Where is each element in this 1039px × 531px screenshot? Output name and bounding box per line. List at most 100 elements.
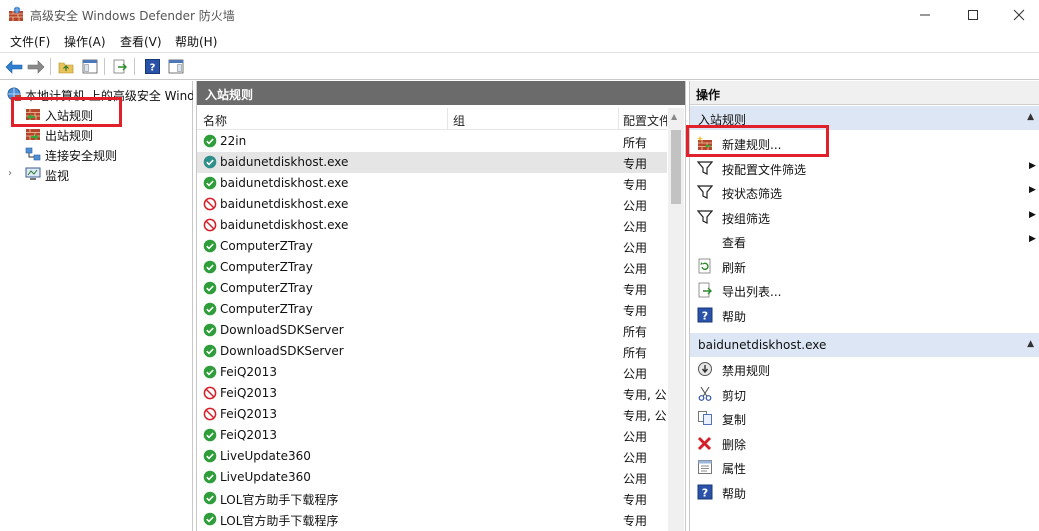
action-item[interactable]: ? 帮助 [690,480,1039,504]
menu-help[interactable]: 帮助(H) [175,33,217,50]
tree-item-inbound-rules[interactable]: 入站规则 [0,104,193,124]
tree-item-outbound-rules[interactable]: 出站规则 [0,124,193,144]
svg-text:?: ? [149,63,155,74]
filter-icon [696,160,714,176]
action-item[interactable]: 刷新 [690,254,1039,278]
column-header-name[interactable]: 名称 [203,112,227,129]
outbound-rules-icon [26,129,40,140]
action-item[interactable]: 禁用规则 [690,357,1039,381]
rule-name: DownloadSDKServer [220,323,344,337]
action-item[interactable]: 导出列表... [690,278,1039,302]
tree-root[interactable]: 本地计算机 上的高级安全 Windows Defender 防火墙 [0,84,193,104]
table-row[interactable]: ComputerZTray 公用 [197,257,667,278]
table-row[interactable]: ComputerZTray 专用 [197,278,667,299]
show-action-pane-button[interactable] [166,57,186,76]
action-label: 新建规则... [722,138,782,152]
monitor-icon [25,167,41,180]
help-button[interactable]: ? [142,57,162,76]
title-bar: 高级安全 Windows Defender 防火墙 [0,0,1039,30]
table-row[interactable]: LiveUpdate360 公用 [197,446,667,467]
menu-file[interactable]: 文件(F) [10,33,50,50]
allowed-rule-icon [203,134,217,148]
table-row[interactable]: FeiQ2013 公用 [197,425,667,446]
action-item[interactable]: 属性 [690,455,1039,479]
table-row[interactable]: ComputerZTray 专用 [197,299,667,320]
section-title: baidunetdiskhost.exe [698,338,827,352]
table-row[interactable]: ComputerZTray 公用 [197,236,667,257]
menu-action[interactable]: 操作(A) [64,33,106,50]
rule-name: baidunetdiskhost.exe [220,155,349,169]
actions-section-inbound[interactable]: 入站规则 ▲ [690,106,1039,130]
action-item[interactable]: 剪切 [690,382,1039,406]
action-item[interactable]: 按配置文件筛选 ▶ [690,156,1039,180]
forward-button[interactable] [26,57,46,76]
tree-item-connection-security-rules[interactable]: 连接安全规则 [0,144,193,164]
tree-item-label: 入站规则 [45,109,94,123]
table-row[interactable]: baidunetdiskhost.exe 专用 [197,173,667,194]
action-item[interactable]: 按状态筛选 ▶ [690,180,1039,204]
rule-name: FeiQ2013 [220,365,277,379]
menu-view[interactable]: 查看(V) [120,33,162,50]
delete-icon [697,435,713,451]
expand-chevron-icon[interactable]: › [8,168,12,179]
show-hide-tree-button[interactable] [80,57,100,76]
export-list-button[interactable] [110,57,130,76]
action-item[interactable]: 新建规则... [690,131,1039,155]
maximize-button[interactable] [950,0,996,30]
minimize-button[interactable] [902,0,948,30]
rule-profile: 专用 [623,178,648,192]
collapse-caret-icon[interactable]: ▲ [1027,112,1034,122]
action-item[interactable]: 查看 ▶ [690,229,1039,253]
tree-item-label: 连接安全规则 [45,149,118,163]
collapse-caret-icon[interactable]: ▲ [1027,339,1034,349]
up-folder-icon [58,62,74,74]
scrollbar-thumb[interactable] [671,130,681,204]
maximize-icon [968,10,978,20]
column-header-profile[interactable]: 配置文件 [623,112,667,129]
scroll-up-icon[interactable]: ▲ [671,112,677,121]
action-item[interactable]: 复制 [690,406,1039,430]
filter-icon [696,184,714,200]
action-label: 按状态筛选 [722,187,783,201]
table-row[interactable]: DownloadSDKServer 所有 [197,320,667,341]
table-row[interactable]: LOL官方助手下载程序 专用 [197,509,667,530]
rule-name: 22in [220,134,247,148]
filter-icon [696,209,714,225]
rule-name: baidunetdiskhost.exe [220,176,349,190]
table-row[interactable]: DownloadSDKServer 所有 [197,341,667,362]
action-label: 刷新 [722,260,747,275]
svg-text:?: ? [702,486,708,499]
table-row[interactable]: LOL官方助手下载程序 专用 [197,488,667,509]
rule-profile: 公用 [623,367,648,381]
svg-text:?: ? [702,309,708,322]
allowed-rule-icon [203,428,217,442]
table-row[interactable]: LiveUpdate360 公用 [197,467,667,488]
action-item[interactable]: ? 帮助 [690,303,1039,327]
actions-section-selected-rule[interactable]: baidunetdiskhost.exe ▲ [690,333,1039,357]
rule-name: DownloadSDKServer [220,344,344,358]
properties-icon [697,459,713,475]
rule-profile: 公用 [623,199,648,213]
table-row[interactable]: baidunetdiskhost.exe 公用 [197,215,667,236]
table-row[interactable]: baidunetdiskhost.exe 公用 [197,194,667,215]
column-header-group[interactable]: 组 [453,112,465,129]
results-pane: 入站规则 名称 组 配置文件 22in 所有 baidunetdiskhost.ex… [196,81,686,531]
console-tree-icon [82,59,98,74]
action-item[interactable]: 按组筛选 ▶ [690,205,1039,229]
table-row[interactable]: baidunetdiskhost.exe 专用 [197,152,667,173]
table-row[interactable]: FeiQ2013 公用 [197,362,667,383]
rule-profile: 专用 [623,514,648,528]
tree-item-monitoring[interactable]: › 监视 [0,164,193,184]
table-row[interactable]: FeiQ2013 专用, 公 [197,383,667,404]
table-row[interactable]: FeiQ2013 专用, 公 [197,404,667,425]
table-row[interactable]: 22in 所有 [197,131,667,152]
close-button[interactable] [996,0,1039,30]
action-label: 剪切 [722,388,747,403]
forward-arrow-icon [27,59,45,74]
action-item[interactable]: 删除 [690,431,1039,455]
up-folder-button[interactable] [56,57,76,76]
allowed-rule-icon [203,155,217,169]
vertical-scrollbar[interactable]: ▲ [668,108,684,531]
back-button[interactable] [4,57,24,76]
rule-profile: 专用 [623,493,648,507]
